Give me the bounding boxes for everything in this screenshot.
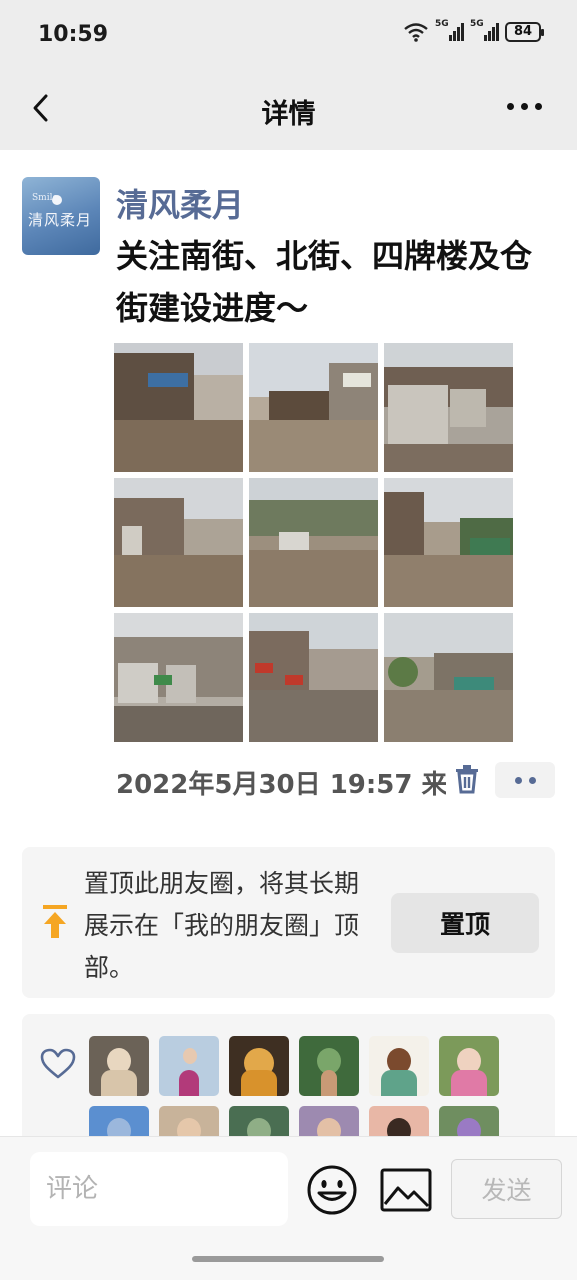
- status-icons: 5G 5G 84: [403, 19, 544, 42]
- post-photo[interactable]: [114, 613, 243, 742]
- status-time: 10:59: [38, 22, 109, 47]
- heart-icon: [40, 1048, 76, 1079]
- username[interactable]: 清风柔月: [116, 180, 244, 226]
- liker-avatar[interactable]: [89, 1036, 149, 1096]
- avatar[interactable]: Smile 清风柔月: [22, 177, 100, 255]
- post-photo[interactable]: [384, 613, 513, 742]
- liker-avatar[interactable]: [369, 1036, 429, 1096]
- post-more-button[interactable]: [495, 762, 555, 798]
- wifi-icon: [404, 23, 428, 42]
- nav-bar: 详情: [0, 70, 577, 150]
- post-photo[interactable]: [249, 613, 378, 742]
- pin-description: 置顶此朋友圈，将其长期展示在「我的朋友圈」顶部。: [84, 869, 360, 982]
- post-photo[interactable]: [114, 343, 243, 472]
- liker-list: [89, 1036, 509, 1144]
- liker-avatar[interactable]: [299, 1036, 359, 1096]
- signal-icon: 5G: [470, 19, 499, 41]
- post-time: 2022年5月30日 19:57 来自: [116, 770, 446, 800]
- home-indicator[interactable]: [192, 1256, 384, 1262]
- liker-avatar[interactable]: [229, 1036, 289, 1096]
- image-icon[interactable]: [380, 1168, 432, 1212]
- post-photo[interactable]: [384, 478, 513, 607]
- post-photo[interactable]: [384, 343, 513, 472]
- likes-card: [22, 1014, 555, 1144]
- more-dots-icon: [514, 776, 522, 784]
- liker-avatar[interactable]: [439, 1036, 499, 1096]
- post-photo[interactable]: [249, 343, 378, 472]
- post-text: 关注南街、北街、四牌楼及仓街建设进度～: [116, 237, 533, 327]
- more-dots-icon[interactable]: [507, 96, 547, 116]
- trash-icon[interactable]: [452, 762, 482, 796]
- battery-icon: 84: [505, 22, 544, 42]
- pin-top-icon: [43, 905, 67, 938]
- send-button[interactable]: 发送: [451, 1159, 562, 1219]
- emoji-icon[interactable]: [306, 1164, 358, 1216]
- pin-button[interactable]: 置顶: [391, 893, 539, 953]
- pin-card: 置顶此朋友圈，将其长期展示在「我的朋友圈」顶部。 置顶: [22, 847, 555, 998]
- post-photo[interactable]: [114, 478, 243, 607]
- post-photo[interactable]: [249, 478, 378, 607]
- comment-input[interactable]: [30, 1152, 288, 1226]
- page-title: 详情: [261, 99, 316, 130]
- status-bar: 10:59 5G 5G 84: [0, 0, 577, 70]
- photo-grid: [114, 343, 513, 742]
- liker-avatar[interactable]: [159, 1036, 219, 1096]
- signal-icon: 5G: [435, 19, 464, 41]
